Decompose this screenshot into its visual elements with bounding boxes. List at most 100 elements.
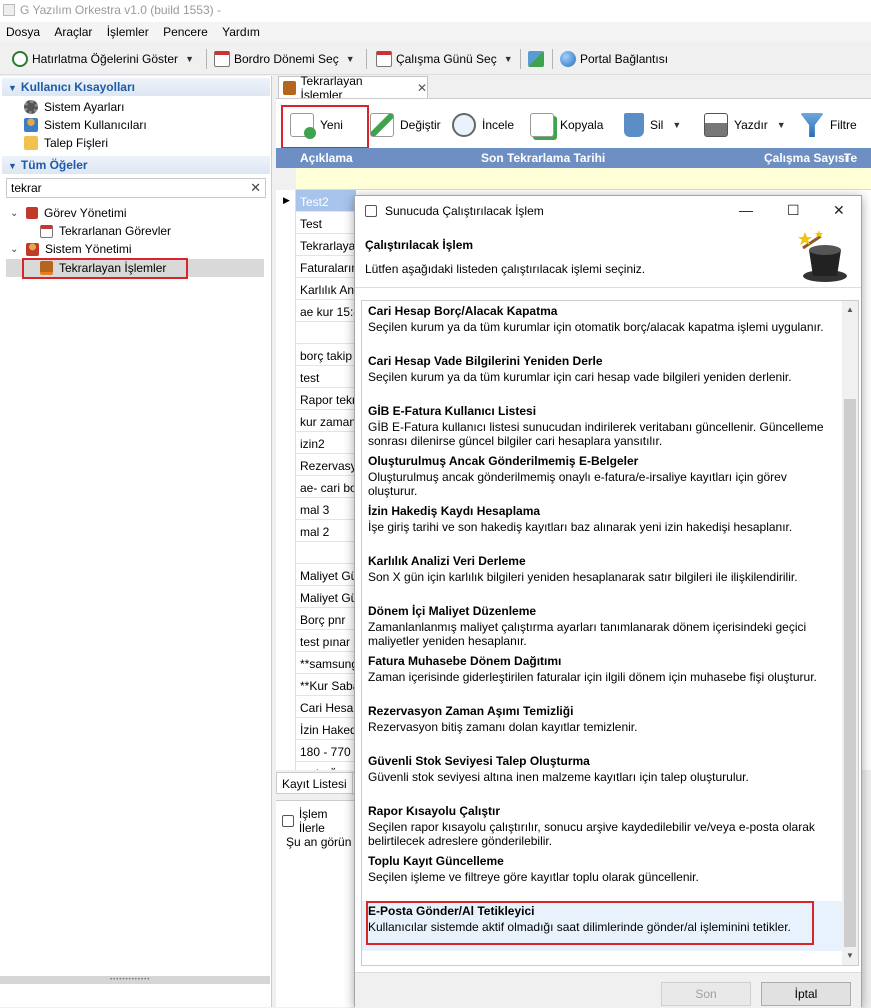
table-row[interactable]: İzin Haked [296,718,356,740]
dialog-heading: Çalıştırılacak İşlem [365,238,474,252]
operation-list-item[interactable]: GİB E-Fatura Kullanıcı Listesi GİB E-Fatu… [362,401,842,451]
shortcut-system-users[interactable]: Sistem Kullanıcıları [24,116,147,134]
export-button[interactable] [528,49,544,69]
progress-panel: İşlem İlerle Şu an görün [276,800,356,1007]
table-row[interactable]: test pınar [296,630,356,652]
gear-icon [24,100,38,114]
clear-search-icon[interactable]: ✕ [250,180,261,196]
table-row[interactable]: **Kur Saba [296,674,356,696]
menu-dosya[interactable]: Dosya [0,22,45,39]
dropdown-arrow-icon[interactable]: ▼ [777,120,786,130]
close-icon[interactable]: ✕ [417,81,427,95]
finish-button[interactable]: Son [661,982,751,1006]
table-row[interactable]: Borç pnr [296,608,356,630]
shortcut-request-slips[interactable]: Talep Fişleri [24,134,108,152]
table-row[interactable]: kur zaman [296,410,356,432]
portal-button[interactable]: Portal Bağlantısı [560,49,668,69]
table-row[interactable]: Rezervasyo [296,454,356,476]
table-row[interactable]: Test [296,212,356,234]
work-day-button[interactable]: Çalışma Günü Seç ▼ [376,49,513,69]
all-items-header[interactable]: ▼ Tüm Öğeler [2,156,270,174]
table-row[interactable]: Test2 [296,190,356,212]
table-row[interactable]: test [296,366,356,388]
table-row[interactable]: Karlılık An [296,278,356,300]
tree-node-task-management[interactable]: ⌄ Görev Yönetimi [10,204,126,222]
operation-title: Cari Hesap Vade Bilgilerini Yeniden Derl… [368,354,603,368]
table-row[interactable]: **samsung [296,652,356,674]
print-button[interactable]: Yazdır ▼ [704,113,786,137]
tree-search-input[interactable]: tekrar ✕ [6,178,266,198]
editor-tab-strip: Tekrarlayan İşlemler ✕ [276,74,871,102]
operation-list-item[interactable]: Oluşturulmuş Ancak Gönderilmemiş E-Belge… [362,451,842,501]
shortcuts-header[interactable]: ▼ Kullanıcı Kısayolları [2,78,270,96]
chevron-down-icon[interactable]: ⌄ [10,244,20,255]
operation-list-item[interactable]: Cari Hesap Vade Bilgilerini Yeniden Derl… [362,351,842,401]
menu-yardim[interactable]: Yardım [216,22,265,39]
table-row[interactable]: borç takip [296,344,356,366]
edit-button[interactable]: Değiştir [370,113,441,137]
operation-list-item[interactable]: Güvenli Stok Seviyesi Talep Oluşturma Güv… [362,751,842,801]
operation-description: Güvenli stok seviyesi altına inen malzem… [368,770,749,784]
filter-button[interactable]: Filtre [800,113,857,137]
table-row[interactable]: mcia Öz [296,762,356,770]
table-row[interactable]: 180 - 770 a [296,740,356,762]
table-row[interactable]: Faturaların [296,256,356,278]
table-row[interactable]: Rapor tekr [296,388,356,410]
column-header-extra[interactable]: Te [844,151,857,165]
column-header-description[interactable]: Açıklama [300,151,353,165]
table-row[interactable]: Maliyet Gü [296,586,356,608]
operation-list-item[interactable]: Karlılık Analizi Veri Derleme Son X gün i… [362,551,842,601]
table-row[interactable]: ae kur 15:4 [296,300,356,322]
table-row[interactable]: Maliyet Gü [296,564,356,586]
chevron-down-icon[interactable]: ⌄ [10,208,20,219]
tree-node-system-management[interactable]: ⌄ Sistem Yönetimi [10,240,131,258]
delete-button[interactable]: Sil ▼ [624,113,681,137]
tab-recurring-operations[interactable]: Tekrarlayan İşlemler ✕ [278,74,428,102]
shortcut-system-settings[interactable]: Sistem Ayarları [24,98,124,116]
operation-list-item[interactable]: Fatura Muhasebe Dönem Dağıtımı Zaman içer… [362,651,842,701]
tab-record-list[interactable]: Kayıt Listesi [277,773,353,795]
close-icon[interactable]: ✕ [833,202,845,219]
maximize-icon[interactable]: ☐ [787,202,800,219]
window-icon [365,205,377,217]
operation-title: Rapor Kısayolu Çalıştır [368,804,501,818]
column-header-last-repeat[interactable]: Son Tekrarlama Tarihi [481,151,605,165]
panel-splitter[interactable]: ••••••••••••• [0,976,270,984]
table-row[interactable]: Cari Hesap [296,696,356,718]
splitter-grip-icon[interactable]: ••••••••••••• [110,977,150,983]
highlight-annotation [22,258,188,279]
menu-pencere[interactable]: Pencere [157,22,213,39]
scroll-up-arrow-icon[interactable]: ▲ [846,305,854,314]
inspect-button[interactable]: İncele [452,113,514,137]
column-header-run-count[interactable]: Çalışma Sayısı [764,151,848,165]
reminders-button[interactable]: Hatırlatma Öğelerini Göster ▼ [12,49,194,69]
scrollbar-thumb[interactable] [844,399,856,947]
payroll-period-button[interactable]: Bordro Dönemi Seç ▼ [214,49,355,69]
menu-araclar[interactable]: Araçlar [48,22,97,39]
table-row[interactable]: izin2 [296,432,356,454]
table-row[interactable]: ae- cari bo [296,476,356,498]
copy-button[interactable]: Kopyala [530,113,603,137]
operation-list-item[interactable]: İzin Hakediş Kaydı Hesaplama İşe giriş ta… [362,501,842,551]
table-row[interactable] [296,542,356,564]
dropdown-arrow-icon[interactable]: ▼ [346,54,355,64]
menu-islemler[interactable]: İşlemler [101,22,154,39]
scroll-down-arrow-icon[interactable]: ▼ [846,951,854,960]
operation-list-item[interactable]: Rapor Kısayolu Çalıştır Seçilen rapor kıs… [362,801,842,851]
table-row[interactable]: mal 2 [296,520,356,542]
list-scrollbar[interactable]: ▲ ▼ [842,301,858,965]
dropdown-arrow-icon[interactable]: ▼ [185,54,194,64]
operation-list-item[interactable]: Rezervasyon Zaman Aşımı Temizliği Rezerva… [362,701,842,751]
operation-list-item[interactable]: Toplu Kayıt Güncelleme Seçilen işleme ve … [362,851,842,901]
table-row[interactable] [296,322,356,344]
table-row[interactable]: mal 3 [296,498,356,520]
operation-list-item[interactable]: Cari Hesap Borç/Alacak Kapatma Seçilen ku… [362,301,842,351]
tree-node-recurring-tasks[interactable]: Tekrarlanan Görevler [40,222,171,240]
dropdown-arrow-icon[interactable]: ▼ [504,54,513,64]
grid-filter-row[interactable] [296,168,871,190]
minimize-icon[interactable]: — [739,202,753,218]
operation-list-item[interactable]: Dönem İçi Maliyet Düzenleme Zamanlanlanmı… [362,601,842,651]
dropdown-arrow-icon[interactable]: ▼ [672,120,681,130]
table-row[interactable]: Tekrarlaya [296,234,356,256]
cancel-button[interactable]: İptal [761,982,851,1006]
